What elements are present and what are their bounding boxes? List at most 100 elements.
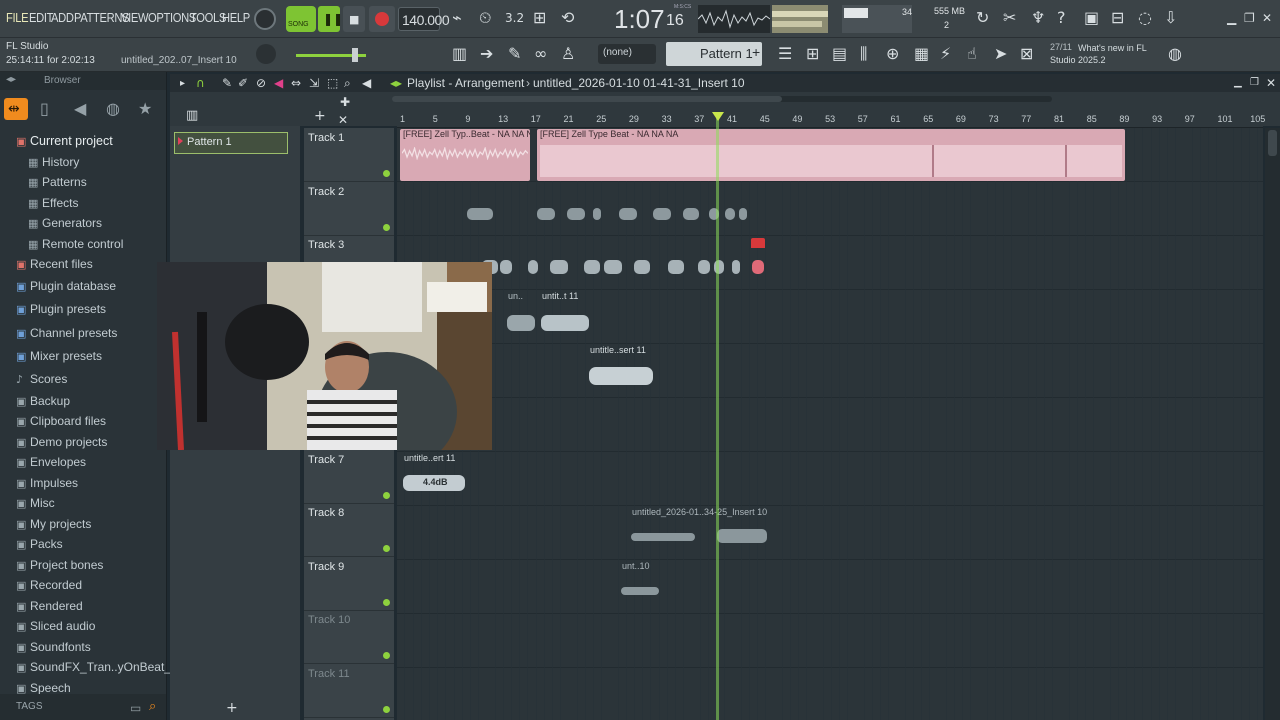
select-tool-icon[interactable]: ⬚ xyxy=(327,75,338,91)
audio-clip[interactable] xyxy=(633,238,651,286)
audio-clip[interactable] xyxy=(737,184,749,232)
audio-clip[interactable] xyxy=(731,238,741,286)
microphone-icon[interactable]: ♆ xyxy=(1031,10,1045,26)
audio-clip[interactable] xyxy=(583,238,601,286)
pencil-icon[interactable]: ✎ xyxy=(508,46,521,62)
track-header[interactable]: Track 8 xyxy=(304,503,394,558)
track-header[interactable]: Track 11 xyxy=(304,664,394,718)
browser-item[interactable]: ▣ My projects xyxy=(16,517,91,531)
menu-file[interactable]: FILE xyxy=(6,10,29,25)
browser-view-icon[interactable]: ⊕ xyxy=(886,46,899,62)
audio-clip[interactable] xyxy=(651,184,673,232)
save-icon[interactable]: ▣ xyxy=(1084,10,1099,26)
tempo-display[interactable]: 140.000 xyxy=(398,7,450,31)
slip-tool-icon[interactable]: ⇔ xyxy=(291,75,301,91)
audio-clip[interactable]: unt..10 xyxy=(619,561,661,609)
minimize-icon[interactable]: ▁ xyxy=(1227,10,1236,26)
browser-item[interactable]: ▦ Effects xyxy=(28,196,78,210)
pattern-selector[interactable]: Pattern 1 + xyxy=(666,42,762,66)
add-track-icon[interactable]: + xyxy=(314,108,326,124)
track-mute-led[interactable] xyxy=(383,652,390,660)
browser-item[interactable]: ▦ Patterns xyxy=(28,175,87,189)
audio-clip[interactable] xyxy=(681,184,701,232)
audio-clip[interactable] xyxy=(565,184,587,232)
record-button[interactable] xyxy=(369,6,395,32)
browser-item[interactable]: ▣ Sliced audio xyxy=(16,619,95,633)
browser-item[interactable]: ▣ Current project xyxy=(16,134,113,148)
menu-edit[interactable]: EDIT xyxy=(29,10,53,25)
audio-clip[interactable]: un.. xyxy=(505,291,537,341)
magnet-icon[interactable]: ∩ xyxy=(196,75,205,91)
browser-item[interactable]: ▣ Recorded xyxy=(16,578,82,592)
song-mode-toggle[interactable]: SONG xyxy=(286,6,316,32)
audio-clip[interactable] xyxy=(549,238,569,286)
snap-select[interactable]: (none) xyxy=(598,44,656,64)
close-icon[interactable]: ✕ xyxy=(1262,10,1272,26)
playlist-close-icon[interactable]: ✕ xyxy=(1266,75,1276,91)
piano-small-icon[interactable]: ▥ xyxy=(186,108,198,124)
audio-clip[interactable] xyxy=(527,238,539,286)
arrow-right-icon[interactable]: ➔ xyxy=(480,46,493,62)
mute-tool-icon[interactable]: ◀ xyxy=(274,75,283,91)
piano-roll-icon[interactable]: ⊞ xyxy=(806,46,819,62)
wait-input-icon[interactable]: ⏲ xyxy=(479,10,491,26)
paint-tool-icon[interactable]: ✐ xyxy=(238,75,248,91)
browser-item[interactable]: ▣ Soundfonts xyxy=(16,640,91,654)
master-volume-knob[interactable] xyxy=(254,8,276,30)
track-mute-led[interactable] xyxy=(383,706,390,713)
help-icon[interactable]: ? xyxy=(1057,10,1066,26)
browser-item[interactable]: ▦ Remote control xyxy=(28,237,123,251)
browser-item[interactable]: ▣ Plugin presets xyxy=(16,302,106,316)
browser-item[interactable]: ▣ Mixer presets xyxy=(16,349,102,363)
countdown-icon[interactable]: 3.2 xyxy=(505,10,524,26)
browser-item[interactable]: ▣ Demo projects xyxy=(16,435,107,449)
audio-clip[interactable]: untitle..ert 11 4.4dB xyxy=(401,453,467,501)
audio-clip[interactable] xyxy=(713,238,725,286)
playlist-maximize-icon[interactable]: ❐ xyxy=(1250,75,1259,91)
plug-icon[interactable]: ⚡ xyxy=(940,46,951,62)
browser-item[interactable]: ▣ Clipboard files xyxy=(16,414,106,428)
download-icon[interactable]: ⇩ xyxy=(1164,10,1177,26)
menu-help[interactable]: HELP xyxy=(222,10,250,25)
arrangement-grid[interactable]: [FREE] Zell Typ..Beat - NA NA NA [FREE] … xyxy=(397,128,1263,720)
zoom-tool-icon[interactable]: ⌕ xyxy=(344,75,351,91)
audio-clip[interactable] xyxy=(591,184,603,232)
cut-icon[interactable]: ✂ xyxy=(1003,10,1016,26)
browser-item[interactable]: ▣ Rendered xyxy=(16,599,83,613)
zoom-slider-icon[interactable]: ✚ xyxy=(340,94,350,110)
mixer-view-icon[interactable]: ⫼ xyxy=(860,46,867,62)
search-icon[interactable]: ⌕ xyxy=(149,699,156,715)
browser-item[interactable]: ▦ Generators xyxy=(28,216,102,230)
track-mute-led[interactable] xyxy=(383,170,390,177)
browser-item[interactable]: ▣ Packs xyxy=(16,537,63,551)
audio-clip[interactable] xyxy=(499,238,513,286)
playhead-marker[interactable] xyxy=(712,112,724,121)
remove-icon[interactable]: ✕ xyxy=(338,112,348,128)
globe-icon[interactable]: ◍ xyxy=(1168,46,1182,62)
tab-all[interactable]: ⇹ xyxy=(4,98,28,120)
browser-item[interactable]: ▣ Channel presets xyxy=(16,326,117,340)
audio-clip[interactable]: [FREE] Zell Typ..Beat - NA NA NA xyxy=(400,129,530,181)
arrangement-name[interactable]: untitled_2026-01-10 01-41-31_Insert 10 xyxy=(533,76,745,90)
master-pitch-slider[interactable] xyxy=(296,48,366,62)
browser-item[interactable]: ▣ Plugin database xyxy=(16,279,116,293)
step-edit-icon[interactable]: ⊞ xyxy=(533,10,546,26)
touch-icon[interactable]: ☝ xyxy=(967,46,977,62)
pause-button[interactable]: ❚❚ xyxy=(318,6,343,32)
browser-item[interactable]: ▣ Misc xyxy=(16,496,55,510)
cart-icon[interactable]: ⊠ xyxy=(1020,46,1033,62)
picker-add-icon[interactable]: + xyxy=(226,700,238,716)
picker-pattern-item[interactable]: Pattern 1 xyxy=(174,132,288,154)
track-header[interactable]: Track 10 xyxy=(304,610,394,665)
menu-add[interactable]: ADD xyxy=(51,10,74,25)
chat-icon[interactable]: ◌ xyxy=(1138,10,1152,26)
menu-view[interactable]: VIEW xyxy=(121,10,149,25)
browser-item[interactable]: ▣ Recent files xyxy=(16,257,93,271)
send-icon[interactable]: ➤ xyxy=(994,46,1007,62)
track-mute-led[interactable] xyxy=(383,598,390,606)
stamp-icon[interactable]: ♙ xyxy=(561,46,575,62)
audio-clip[interactable] xyxy=(603,238,623,286)
tab-plugins-icon[interactable]: ◍ xyxy=(106,101,120,117)
piano-icon[interactable]: ▥ xyxy=(452,46,467,62)
pitch-knob[interactable] xyxy=(256,44,276,64)
